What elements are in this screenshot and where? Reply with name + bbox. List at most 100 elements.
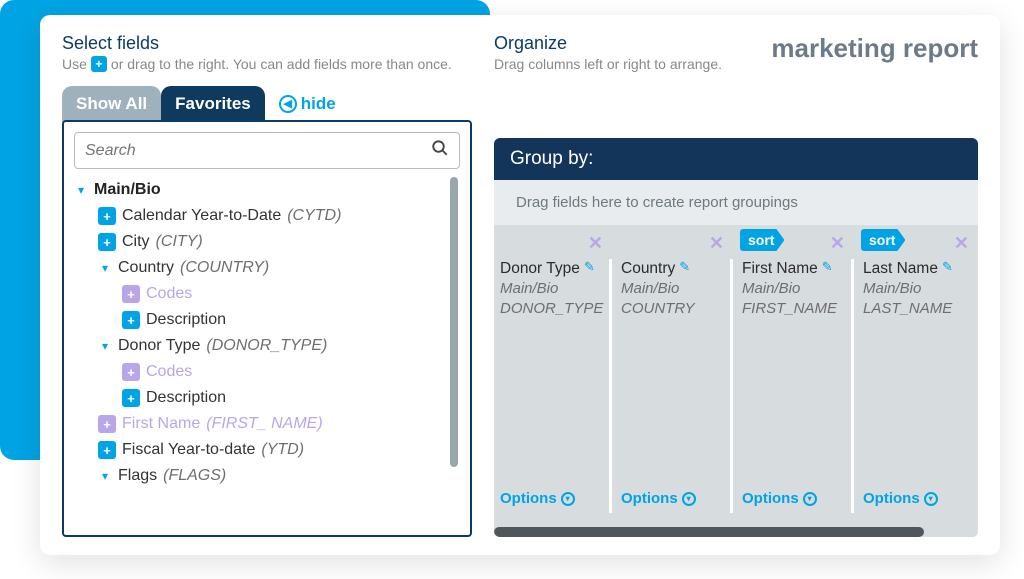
column-sub2: FIRST_NAME: [742, 299, 845, 319]
close-icon[interactable]: ✕: [588, 233, 603, 254]
scrollbar-thumb[interactable]: [494, 527, 924, 537]
tree-node-fiscal-ytd[interactable]: + Fiscal Year-to-date (YTD): [74, 437, 444, 463]
node-code: (CYTD): [287, 207, 341, 225]
tree-node-donor-codes[interactable]: + Codes: [74, 359, 444, 385]
columns-row[interactable]: ✕ Donor Type ✎ Main/Bio DONOR_TYPE Optio…: [494, 225, 978, 527]
tree-node-country-desc[interactable]: + Description: [74, 307, 444, 333]
node-code: (DONOR_TYPE): [206, 337, 327, 355]
caret-down-icon: ▾: [561, 492, 575, 506]
node-label: Country: [118, 259, 174, 277]
column-card[interactable]: sort ✕ Last Name ✎ Main/Bio LAST_NAME Op…: [857, 259, 975, 513]
tree-node-country-codes[interactable]: + Codes: [74, 281, 444, 307]
tab-show-all[interactable]: Show All: [62, 86, 161, 122]
node-label: Description: [146, 311, 226, 329]
column-card[interactable]: sort ✕ First Name ✎ Main/Bio FIRST_NAME …: [736, 259, 854, 513]
plus-icon[interactable]: +: [98, 441, 116, 459]
node-code: (FIRST_ NAME): [206, 415, 322, 433]
caret-down-icon: ▾: [682, 492, 696, 506]
pencil-icon[interactable]: ✎: [822, 259, 833, 276]
column-card[interactable]: ✕ Country ✎ Main/Bio COUNTRY Options ▾: [615, 259, 733, 513]
close-icon[interactable]: ✕: [954, 233, 969, 254]
column-title: Last Name ✎: [863, 259, 969, 279]
select-fields-title: Select fields: [62, 33, 472, 54]
tree-node-donor-desc[interactable]: + Description: [74, 385, 444, 411]
tree-node-country[interactable]: ▾ Country (COUNTRY): [74, 255, 444, 281]
sort-chip[interactable]: sort: [861, 229, 905, 251]
column-options[interactable]: Options ▾: [500, 450, 603, 507]
plus-icon[interactable]: +: [122, 363, 140, 381]
node-code: (COUNTRY): [180, 259, 269, 277]
pencil-icon[interactable]: ✎: [679, 259, 690, 276]
groupby-hint[interactable]: Drag fields here to create report groupi…: [494, 180, 978, 225]
select-fields-column: Select fields Use + or drag to the right…: [62, 33, 472, 537]
pencil-icon[interactable]: ✎: [942, 259, 953, 276]
caret-down-icon: ▾: [924, 492, 938, 506]
field-tree: ▾ Main/Bio + Calendar Year-to-Date (CYTD…: [74, 177, 444, 489]
node-label: Codes: [146, 363, 192, 381]
horizontal-scrollbar[interactable]: [494, 527, 978, 537]
hide-toggle[interactable]: ◀ hide: [279, 94, 336, 114]
tree-node-city[interactable]: + City (CITY): [74, 229, 444, 255]
chevron-down-icon: ▾: [98, 261, 112, 275]
column-card[interactable]: ✕ Donor Type ✎ Main/Bio DONOR_TYPE Optio…: [494, 259, 612, 513]
node-label: Flags: [118, 467, 157, 485]
plus-icon[interactable]: +: [98, 415, 116, 433]
hide-label: hide: [301, 94, 336, 114]
node-label: Fiscal Year-to-date: [122, 441, 255, 459]
column-sub1: Main/Bio: [621, 279, 724, 299]
plus-icon[interactable]: +: [98, 207, 116, 225]
node-code: (CITY): [156, 233, 203, 251]
main-panel: Select fields Use + or drag to the right…: [40, 15, 1000, 555]
search-input[interactable]: [85, 142, 431, 160]
chevron-down-icon: ▾: [74, 183, 88, 197]
column-options[interactable]: Options ▾: [742, 450, 845, 507]
plus-icon[interactable]: +: [122, 311, 140, 329]
column-title: First Name ✎: [742, 259, 845, 279]
plus-icon[interactable]: +: [122, 285, 140, 303]
close-icon[interactable]: ✕: [830, 233, 845, 254]
search-wrap[interactable]: [74, 132, 460, 169]
columns-viewport: ✕ Donor Type ✎ Main/Bio DONOR_TYPE Optio…: [494, 225, 978, 537]
node-code: (YTD): [261, 441, 304, 459]
column-sub2: DONOR_TYPE: [500, 299, 603, 319]
node-label: Donor Type: [118, 337, 200, 355]
tree-node-cytd[interactable]: + Calendar Year-to-Date (CYTD): [74, 203, 444, 229]
scrollbar[interactable]: [450, 177, 458, 467]
column-title: Donor Type ✎: [500, 259, 603, 279]
organize-column: marketing report Organize Drag columns l…: [494, 33, 978, 537]
search-icon: [431, 139, 449, 162]
sub-prefix: Use: [62, 56, 87, 72]
field-tree-box: ▾ Main/Bio + Calendar Year-to-Date (CYTD…: [62, 120, 472, 537]
groupby-header: Group by:: [494, 138, 978, 180]
groupby-box: Group by: Drag fields here to create rep…: [494, 138, 978, 537]
tree-node-main-bio[interactable]: ▾ Main/Bio: [74, 177, 444, 203]
column-options[interactable]: Options ▾: [863, 450, 969, 507]
sub-suffix: or drag to the right. You can add fields…: [111, 56, 452, 72]
tree-node-first-name[interactable]: + First Name (FIRST_ NAME): [74, 411, 444, 437]
node-label: Main/Bio: [94, 181, 161, 199]
column-sub2: COUNTRY: [621, 299, 724, 319]
chevron-down-icon: ▾: [98, 469, 112, 483]
column-options[interactable]: Options ▾: [621, 450, 724, 507]
column-sub2: LAST_NAME: [863, 299, 969, 319]
chevron-down-icon: ▾: [98, 339, 112, 353]
node-label: Codes: [146, 285, 192, 303]
node-label: Description: [146, 389, 226, 407]
column-sub1: Main/Bio: [742, 279, 845, 299]
tree-node-donor-type[interactable]: ▾ Donor Type (DONOR_TYPE): [74, 333, 444, 359]
sort-chip[interactable]: sort: [740, 229, 784, 251]
close-icon[interactable]: ✕: [709, 233, 724, 254]
tab-favorites[interactable]: Favorites: [161, 86, 265, 122]
caret-down-icon: ▾: [803, 492, 817, 506]
pencil-icon[interactable]: ✎: [584, 259, 595, 276]
column-sub1: Main/Bio: [500, 279, 603, 299]
plus-icon: +: [91, 56, 107, 72]
plus-icon[interactable]: +: [98, 233, 116, 251]
tree-scroll[interactable]: ▾ Main/Bio + Calendar Year-to-Date (CYTD…: [74, 177, 460, 525]
node-code: (FLAGS): [163, 467, 226, 485]
column-title: Country ✎: [621, 259, 724, 279]
tree-node-flags[interactable]: ▾ Flags (FLAGS): [74, 463, 444, 489]
select-fields-subtitle: Use + or drag to the right. You can add …: [62, 56, 472, 72]
node-label: City: [122, 233, 150, 251]
plus-icon[interactable]: +: [122, 389, 140, 407]
